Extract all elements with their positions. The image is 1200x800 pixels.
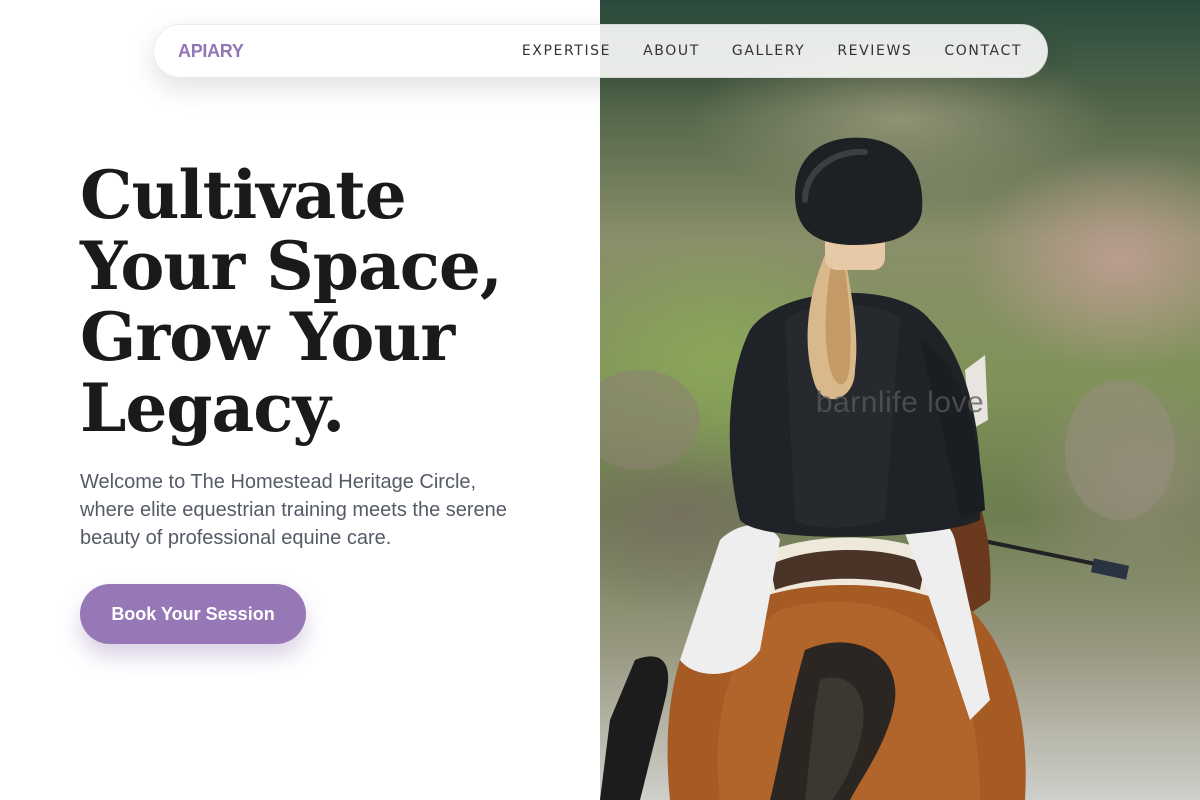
photo-caption: barnlife love <box>815 386 985 419</box>
hero-title-line: Your Space, <box>80 227 503 305</box>
nav-link-gallery[interactable]: GALLERY <box>732 43 805 59</box>
nav-links: EXPERTISE ABOUT GALLERY REVIEWS CONTACT <box>490 43 1022 59</box>
book-session-button[interactable]: Book Your Session <box>80 584 306 644</box>
brand-logo[interactable]: APIARY <box>178 41 244 62</box>
hero-title-line: Legacy. <box>80 369 345 447</box>
hero-title: Cultivate Your Space, Grow Your Legacy. <box>80 160 560 444</box>
nav-link-reviews[interactable]: REVIEWS <box>837 43 912 59</box>
nav-link-contact[interactable]: CONTACT <box>944 43 1022 59</box>
hero-image: barnlife love <box>600 0 1200 800</box>
hero-title-line: Cultivate <box>80 156 407 234</box>
hero-subtitle: Welcome to The Homestead Heritage Circle… <box>80 471 507 549</box>
main-navbar: APIARY EXPERTISE ABOUT GALLERY REVIEWS C… <box>153 24 1048 78</box>
nav-link-expertise[interactable]: EXPERTISE <box>522 43 611 59</box>
hero-title-line: Grow Your <box>80 298 455 376</box>
nav-link-about[interactable]: ABOUT <box>643 43 700 59</box>
